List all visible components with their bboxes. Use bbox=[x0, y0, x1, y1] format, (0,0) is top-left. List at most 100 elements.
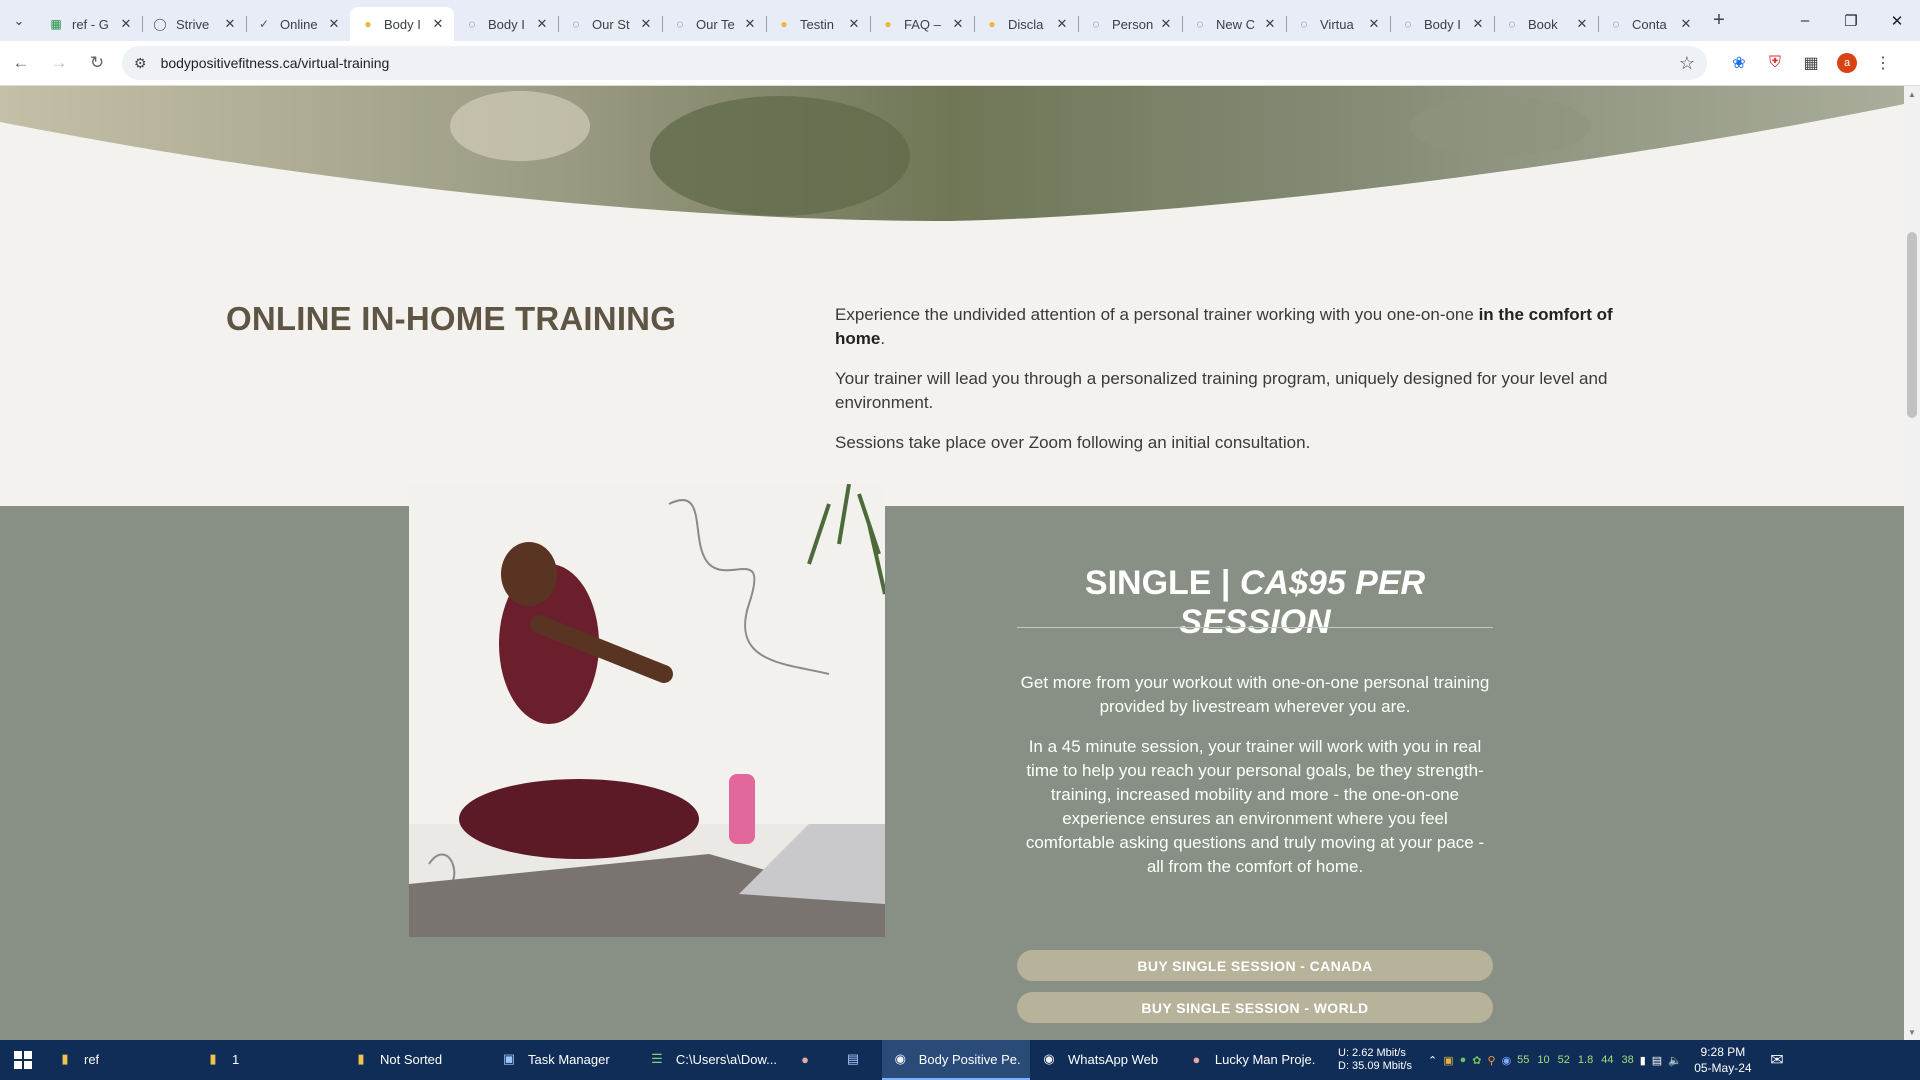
tab-4[interactable]: ◌ Body I ✕ bbox=[454, 7, 558, 41]
page-title: ONLINE IN-HOME TRAINING bbox=[226, 300, 677, 337]
tab-6[interactable]: ◌ Our Te ✕ bbox=[662, 7, 766, 41]
puzzle-extensions-icon[interactable]: ▦ bbox=[1793, 46, 1829, 80]
tab-close-icon[interactable]: ✕ bbox=[1678, 16, 1694, 32]
tab-close-icon[interactable]: ✕ bbox=[638, 16, 654, 32]
restore-button[interactable]: ❐ bbox=[1828, 0, 1874, 41]
tab-close-icon[interactable]: ✕ bbox=[326, 16, 342, 32]
tab-2[interactable]: ✓ Online ✕ bbox=[246, 7, 350, 41]
tray-folder-icon[interactable]: ▣ bbox=[1443, 1054, 1453, 1067]
tray-volume-icon[interactable]: 🔈 bbox=[1668, 1054, 1682, 1067]
extension-icon[interactable]: ❀ bbox=[1721, 46, 1757, 80]
taskbar-clock[interactable]: 9:28 PM 05-May-24 bbox=[1688, 1044, 1758, 1076]
tab-search-button[interactable]: ⌄ bbox=[0, 0, 38, 41]
loading-icon: ◌ bbox=[1300, 17, 1308, 31]
intro-p1-end: . bbox=[880, 329, 886, 348]
notification-center-icon[interactable]: ✉ bbox=[1758, 1040, 1796, 1080]
address-bar[interactable]: ⚙ bodypositivefitness.ca/virtual-trainin… bbox=[122, 46, 1707, 80]
new-tab-button[interactable]: + bbox=[1702, 4, 1736, 38]
shield-extension-icon[interactable]: ⛨ bbox=[1757, 46, 1793, 80]
reload-button[interactable]: ↻ bbox=[80, 46, 114, 80]
tray-expand-icon[interactable]: ⌃ bbox=[1428, 1054, 1437, 1067]
taskbar-item-4[interactable]: ☰ C:\Users\a\Dow... bbox=[638, 1040, 786, 1080]
tray-battery-icon[interactable]: ▮ bbox=[1640, 1054, 1646, 1067]
taskbar-item-9[interactable]: ● Lucky Man Proje... bbox=[1178, 1040, 1326, 1080]
tab-close-icon[interactable]: ✕ bbox=[430, 16, 446, 32]
taskbar-item-label: C:\Users\a\Dow... bbox=[675, 1051, 776, 1067]
tab-7[interactable]: ● Testin ✕ bbox=[766, 7, 870, 41]
forward-button[interactable]: → bbox=[42, 46, 76, 80]
tab-10[interactable]: ◌ Person ✕ bbox=[1078, 7, 1182, 41]
taskbar-item-2[interactable]: ▮ Not Sorted bbox=[342, 1040, 490, 1080]
page-viewport: ONLINE IN-HOME TRAINING Experience the u… bbox=[0, 86, 1904, 1040]
tab-title: Our Te bbox=[696, 16, 735, 32]
tab-12[interactable]: ◌ Virtua ✕ bbox=[1286, 7, 1390, 41]
start-button[interactable] bbox=[0, 1040, 46, 1080]
divider bbox=[1017, 627, 1493, 628]
tray-search-icon[interactable]: ⚲ bbox=[1488, 1054, 1496, 1067]
tray-number: 55 bbox=[1517, 1054, 1530, 1066]
tab-close-icon[interactable]: ✕ bbox=[534, 16, 550, 32]
tab-0[interactable]: ▦ ref - G ✕ bbox=[38, 7, 142, 41]
tab-14[interactable]: ◌ Book ✕ bbox=[1494, 7, 1598, 41]
taskbar-item-label: Not Sorted bbox=[380, 1051, 443, 1067]
taskbar-item-7[interactable]: ◉ Body Positive Pe... bbox=[882, 1040, 1030, 1080]
taskbar-item-3[interactable]: ▣ Task Manager bbox=[490, 1040, 638, 1080]
tab-title: Body I bbox=[1424, 16, 1461, 32]
taskbar-item-6[interactable]: ▤ bbox=[834, 1040, 882, 1080]
minimize-button[interactable]: – bbox=[1782, 0, 1828, 41]
tray-globe-icon[interactable]: ◉ bbox=[1502, 1054, 1512, 1067]
tab-close-icon[interactable]: ✕ bbox=[1470, 16, 1486, 32]
sheets-icon: ▦ bbox=[50, 17, 62, 31]
buy-single-world-button[interactable]: BUY SINGLE SESSION - WORLD bbox=[1017, 992, 1493, 1023]
back-button[interactable]: ← bbox=[4, 46, 38, 80]
tab-close-icon[interactable]: ✕ bbox=[1158, 16, 1174, 32]
buy-single-canada-button[interactable]: BUY SINGLE SESSION - CANADA bbox=[1017, 950, 1493, 981]
url-text[interactable]: bodypositivefitness.ca/virtual-training bbox=[161, 55, 1679, 71]
profile-button[interactable]: a bbox=[1829, 46, 1865, 80]
wave-icon: ✓ bbox=[258, 17, 270, 31]
intro-paragraph-1: Experience the undivided attention of a … bbox=[835, 303, 1665, 351]
tab-title: Strive bbox=[176, 16, 210, 32]
tab-close-icon[interactable]: ✕ bbox=[846, 16, 862, 32]
tray-network-icon[interactable]: ▤ bbox=[1652, 1054, 1662, 1067]
scroll-down-arrow-icon[interactable]: ▼ bbox=[1904, 1024, 1920, 1040]
bookmark-star-icon[interactable]: ☆ bbox=[1679, 53, 1695, 74]
scroll-up-arrow-icon[interactable]: ▲ bbox=[1904, 86, 1920, 102]
tab-close-icon[interactable]: ✕ bbox=[1262, 16, 1278, 32]
tab-close-icon[interactable]: ✕ bbox=[1054, 16, 1070, 32]
tab-close-icon[interactable]: ✕ bbox=[1574, 16, 1590, 32]
notepad-icon: ☰ bbox=[651, 1051, 663, 1066]
tab-8[interactable]: ● FAQ – ✕ bbox=[870, 7, 974, 41]
tab-close-icon[interactable]: ✕ bbox=[118, 16, 134, 32]
taskbar-item-5[interactable]: ● bbox=[786, 1040, 834, 1080]
browser-toolbar: ← → ↻ ⚙ bodypositivefitness.ca/virtual-t… bbox=[0, 41, 1920, 86]
taskbar-item-0[interactable]: ▮ ref bbox=[46, 1040, 194, 1080]
tab-1[interactable]: ◯ Strive ✕ bbox=[142, 7, 246, 41]
tab-5[interactable]: ◌ Our St ✕ bbox=[558, 7, 662, 41]
tab-9[interactable]: ● Discla ✕ bbox=[974, 7, 1078, 41]
menu-kebab-icon[interactable]: ⋮ bbox=[1865, 46, 1901, 80]
tab-close-icon[interactable]: ✕ bbox=[1366, 16, 1382, 32]
tab-close-icon[interactable]: ✕ bbox=[222, 16, 238, 32]
tab-close-icon[interactable]: ✕ bbox=[742, 16, 758, 32]
tab-15[interactable]: ◌ Conta ✕ bbox=[1598, 7, 1702, 41]
clock-time: 9:28 PM bbox=[1700, 1045, 1746, 1059]
tray-leaf-icon[interactable]: ✿ bbox=[1472, 1054, 1481, 1067]
scroll-thumb[interactable] bbox=[1907, 232, 1917, 418]
page-scrollbar[interactable]: ▲ ▼ bbox=[1904, 86, 1920, 1040]
close-window-button[interactable]: ✕ bbox=[1874, 0, 1920, 41]
body-positive-icon: ● bbox=[884, 17, 892, 31]
intro-paragraph-3: Sessions take place over Zoom following … bbox=[835, 433, 1311, 452]
offer-section bbox=[0, 506, 1904, 1040]
document-icon: ▤ bbox=[846, 1051, 860, 1066]
tab-13[interactable]: ◌ Body I ✕ bbox=[1390, 7, 1494, 41]
site-info-icon[interactable]: ⚙ bbox=[134, 55, 147, 72]
taskbar-item-8[interactable]: ◉ WhatsApp Web bbox=[1030, 1040, 1178, 1080]
tab-11[interactable]: ◌ New C ✕ bbox=[1182, 7, 1286, 41]
app-icon: ● bbox=[1192, 1051, 1201, 1067]
tab-3[interactable]: ● Body I ✕ bbox=[350, 7, 454, 41]
tray-app-icon[interactable]: ● bbox=[1460, 1054, 1467, 1066]
folder-icon: ▮ bbox=[61, 1051, 69, 1066]
tab-close-icon[interactable]: ✕ bbox=[950, 16, 966, 32]
taskbar-item-1[interactable]: ▮ 1 bbox=[194, 1040, 342, 1080]
